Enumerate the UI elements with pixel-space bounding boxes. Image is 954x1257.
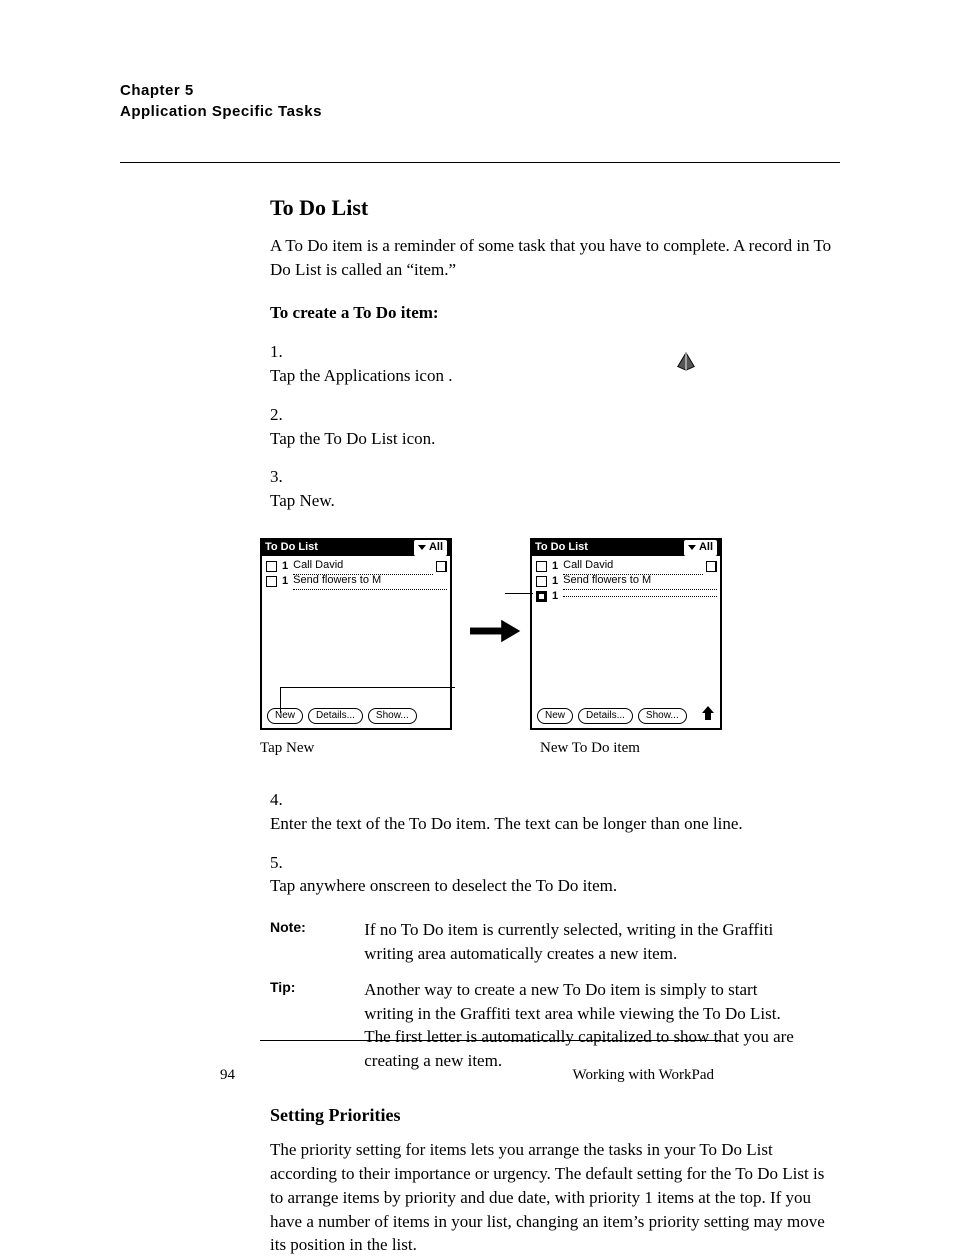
- footer-rule: [260, 1040, 720, 1041]
- category-label: All: [699, 540, 713, 555]
- step-4: 4. Enter the text of the To Do item. The…: [270, 788, 840, 836]
- section-heading-priorities: Setting Priorities: [270, 1103, 840, 1128]
- palm-screen-left: To Do List All 1 Call David 1 Send flowe…: [260, 538, 452, 730]
- list-body: 1 Call David 1 Send flowers to M 1: [532, 556, 720, 604]
- priority[interactable]: 1: [552, 574, 558, 589]
- callout-new-item: New To Do item: [540, 738, 640, 759]
- page-number: 94: [220, 1065, 235, 1086]
- step-num: 5.: [270, 851, 298, 875]
- step-text: Tap the To Do List icon.: [270, 427, 830, 451]
- category-selector[interactable]: All: [414, 540, 447, 555]
- titlebar: To Do List All: [262, 540, 450, 556]
- dropdown-triangle-icon: [688, 545, 696, 550]
- new-button[interactable]: New: [267, 708, 303, 724]
- list-item[interactable]: 1 Call David: [535, 559, 717, 574]
- footer-section: Working with WorkPad: [573, 1065, 714, 1086]
- list-body: 1 Call David 1 Send flowers to M: [262, 556, 450, 589]
- priorities-para: The priority setting for items lets you …: [270, 1138, 840, 1257]
- list-item-selected[interactable]: 1: [535, 589, 717, 604]
- show-button[interactable]: Show...: [638, 708, 687, 724]
- step-num: 4.: [270, 788, 298, 812]
- step-1: 1. Tap the Applications icon .: [270, 340, 840, 388]
- tip-block: Tip: Another way to create a new To Do i…: [270, 978, 840, 1073]
- titlebar: To Do List All: [532, 540, 720, 556]
- callout-connector: [280, 687, 281, 713]
- step-text: Enter the text of the To Do item. The te…: [270, 812, 830, 836]
- step-2: 2. Tap the To Do List icon.: [270, 403, 840, 451]
- step-3: 3. Tap New.: [270, 465, 840, 513]
- step-text: Tap anywhere onscreen to deselect the To…: [270, 874, 830, 898]
- app-title: To Do List: [535, 540, 588, 555]
- list-item[interactable]: 1 Call David: [265, 559, 447, 574]
- item-text[interactable]: [563, 596, 717, 597]
- priority[interactable]: 1: [282, 559, 288, 574]
- note-label: Note:: [270, 918, 360, 938]
- callout-new-button: Tap New: [260, 738, 314, 759]
- checkbox[interactable]: [536, 561, 547, 572]
- item-text[interactable]: Send flowers to M: [563, 573, 717, 589]
- checkbox[interactable]: [536, 576, 547, 587]
- step-num: 2.: [270, 403, 298, 427]
- details-button[interactable]: Details...: [308, 708, 363, 724]
- step-num: 3.: [270, 465, 298, 489]
- arrow-icon: [470, 616, 522, 653]
- step-num: 1.: [270, 340, 298, 364]
- steps-title: To create a To Do item:: [270, 301, 840, 325]
- chapter-title: Application Specific Tasks: [120, 101, 840, 122]
- button-row: New Details... Show...: [267, 708, 417, 724]
- priority[interactable]: 1: [552, 559, 558, 574]
- note-icon[interactable]: [436, 561, 447, 572]
- applications-icon: [675, 350, 697, 379]
- category-label: All: [429, 540, 443, 555]
- priority[interactable]: 1: [282, 574, 288, 589]
- note-block: Note: If no To Do item is currently sele…: [270, 918, 840, 966]
- item-text[interactable]: Call David: [563, 558, 703, 574]
- list-item[interactable]: 1 Send flowers to M: [265, 574, 447, 589]
- step-text: Tap New.: [270, 489, 830, 513]
- new-button[interactable]: New: [537, 708, 573, 724]
- todo-intro: A To Do item is a reminder of some task …: [270, 234, 840, 282]
- show-button[interactable]: Show...: [368, 708, 417, 724]
- palm-screen-right: To Do List All 1 Call David 1 Send flowe…: [530, 538, 722, 730]
- details-button[interactable]: Details...: [578, 708, 633, 724]
- callout-connector: [505, 593, 533, 594]
- list-item[interactable]: 1 Send flowers to M: [535, 574, 717, 589]
- dropdown-triangle-icon: [418, 545, 426, 550]
- note-icon[interactable]: [706, 561, 717, 572]
- app-title: To Do List: [265, 540, 318, 555]
- priority[interactable]: 1: [552, 589, 558, 604]
- rule: [120, 162, 840, 163]
- callout-connector: [280, 687, 455, 688]
- step-5: 5. Tap anywhere onscreen to deselect the…: [270, 851, 840, 899]
- checkbox[interactable]: [536, 591, 547, 602]
- shift-indicator-icon: [702, 706, 714, 725]
- tip-body: Another way to create a new To Do item i…: [364, 978, 794, 1073]
- category-selector[interactable]: All: [684, 540, 717, 555]
- checkbox[interactable]: [266, 576, 277, 587]
- step-text: Tap the Applications icon .: [270, 364, 830, 388]
- note-body: If no To Do item is currently selected, …: [364, 918, 794, 966]
- item-text[interactable]: Call David: [293, 558, 433, 574]
- tip-label: Tip:: [270, 978, 360, 998]
- chapter-label: Chapter 5: [120, 80, 840, 101]
- diagram: To Do List All 1 Call David 1 Send flowe…: [260, 538, 840, 768]
- section-heading-todo: To Do List: [270, 193, 840, 224]
- button-row: New Details... Show...: [537, 708, 687, 724]
- item-text[interactable]: Send flowers to M: [293, 573, 447, 589]
- checkbox[interactable]: [266, 561, 277, 572]
